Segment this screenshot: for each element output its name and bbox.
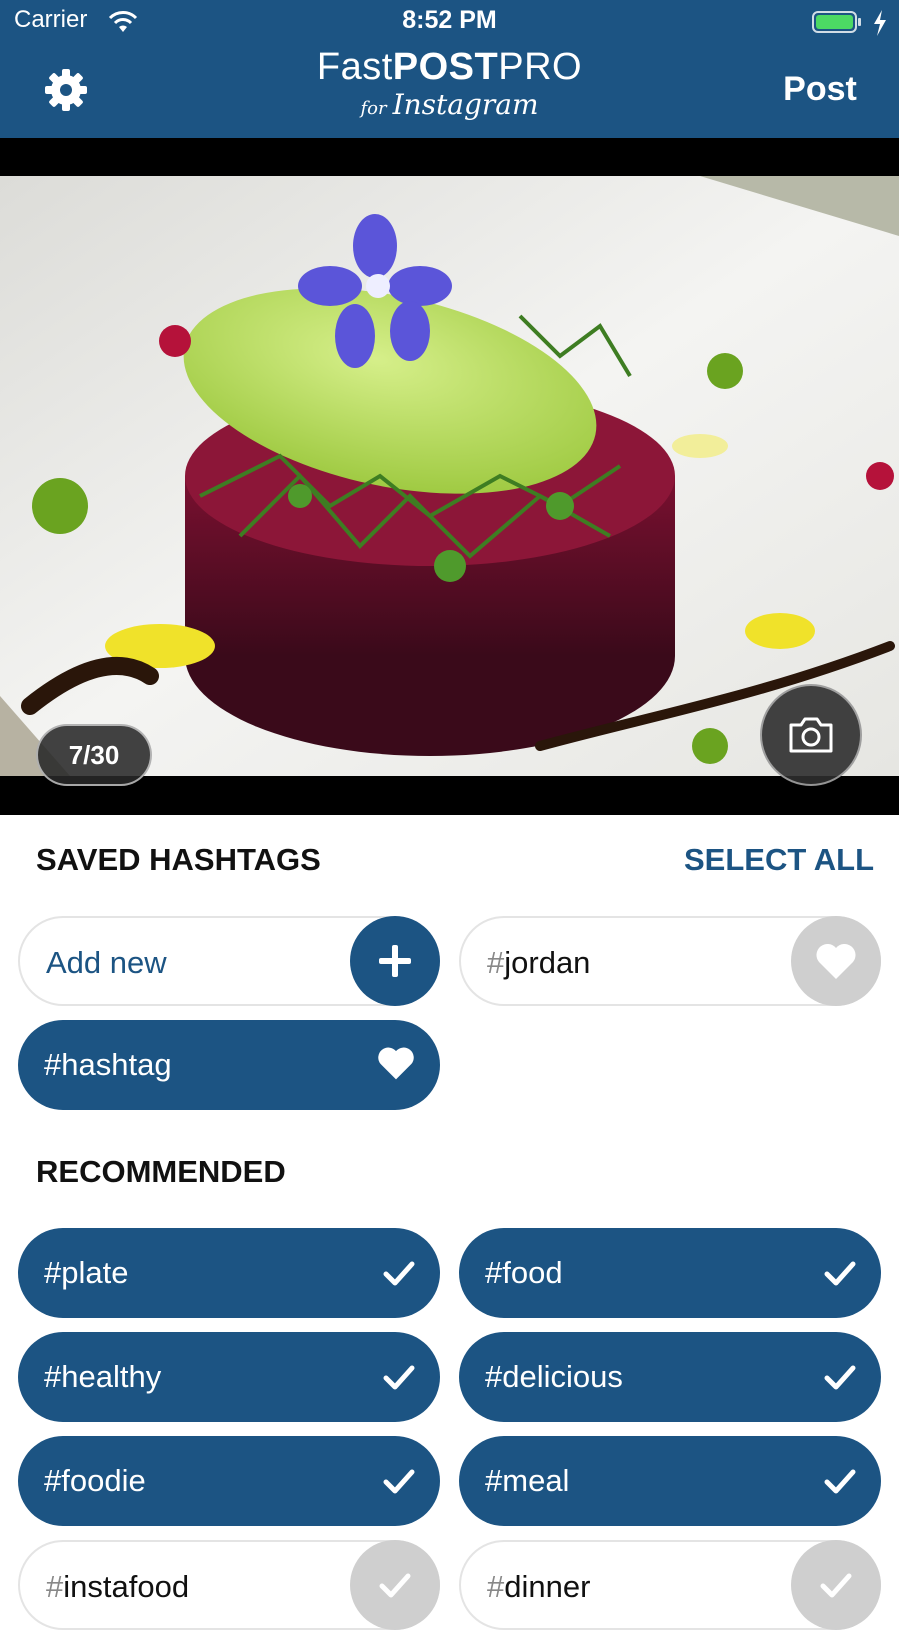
add-new-hashtag[interactable]: Add new: [18, 916, 440, 1006]
select-all-button[interactable]: SELECT ALL: [684, 842, 874, 878]
recommended-title: RECOMMENDED: [36, 1154, 286, 1189]
add-button[interactable]: [350, 916, 440, 1006]
hashtag-pill-delicious[interactable]: #delicious: [459, 1332, 881, 1422]
hashtag-pill-foodie[interactable]: #foodie: [18, 1436, 440, 1526]
battery-icon: [812, 11, 861, 33]
hashtag-pill-healthy[interactable]: #healthy: [18, 1332, 440, 1422]
logo-pro: PRO: [498, 46, 583, 88]
saved-hashtags-title: SAVED HASHTAGS: [36, 842, 321, 877]
photo-counter: 7/30: [36, 724, 152, 786]
check-icon: [383, 1365, 415, 1390]
logo-instagram: Instagram: [392, 88, 539, 121]
hashtag-label: #delicious: [485, 1359, 623, 1394]
select-button[interactable]: [350, 1540, 440, 1630]
check-icon: [824, 1469, 856, 1494]
check-icon: [820, 1573, 852, 1598]
hashtag-label: #meal: [485, 1463, 570, 1498]
heart-icon[interactable]: [376, 1044, 416, 1082]
check-icon: [824, 1261, 856, 1286]
camera-icon: [789, 717, 833, 753]
hashtag-label: #dinner: [487, 1569, 591, 1604]
select-button[interactable]: [791, 1540, 881, 1630]
check-icon: [383, 1261, 415, 1286]
hashtag-pill-food[interactable]: #food: [459, 1228, 881, 1318]
hashtag-pill-meal[interactable]: #meal: [459, 1436, 881, 1526]
hashtag-label: #foodie: [44, 1463, 146, 1498]
logo-fast: Fast: [316, 46, 393, 88]
hashtag-pill-plate[interactable]: #plate: [18, 1228, 440, 1318]
check-icon: [383, 1469, 415, 1494]
hashtag-label: #food: [485, 1255, 563, 1290]
camera-button[interactable]: [760, 684, 862, 786]
food-photo[interactable]: [0, 176, 899, 776]
add-new-label: Add new: [46, 945, 167, 980]
logo-post: POST: [392, 46, 499, 88]
post-button[interactable]: Post: [760, 70, 880, 109]
check-icon: [824, 1365, 856, 1390]
favorite-button[interactable]: [791, 916, 881, 1006]
hashtag-label: #healthy: [44, 1359, 162, 1394]
hashtag-pill-hashtag[interactable]: #hashtag: [18, 1020, 440, 1110]
hashtag-pill-dinner[interactable]: #dinner: [459, 1540, 881, 1630]
charging-bolt-icon: [874, 10, 886, 36]
hashtag-label: #jordan: [487, 945, 591, 980]
heart-icon: [816, 943, 856, 979]
check-icon: [379, 1573, 411, 1598]
clock: 8:52 PM: [402, 6, 497, 34]
hashtag-pill-instafood[interactable]: #instafood: [18, 1540, 440, 1630]
hashtag-label: #hashtag: [44, 1047, 172, 1082]
hashtag-label: #plate: [44, 1255, 129, 1290]
hashtag-label: #instafood: [46, 1569, 190, 1604]
plus-icon: [379, 945, 411, 977]
logo-for: for: [360, 98, 387, 119]
hashtag-pill-jordan[interactable]: #jordan: [459, 916, 881, 1006]
